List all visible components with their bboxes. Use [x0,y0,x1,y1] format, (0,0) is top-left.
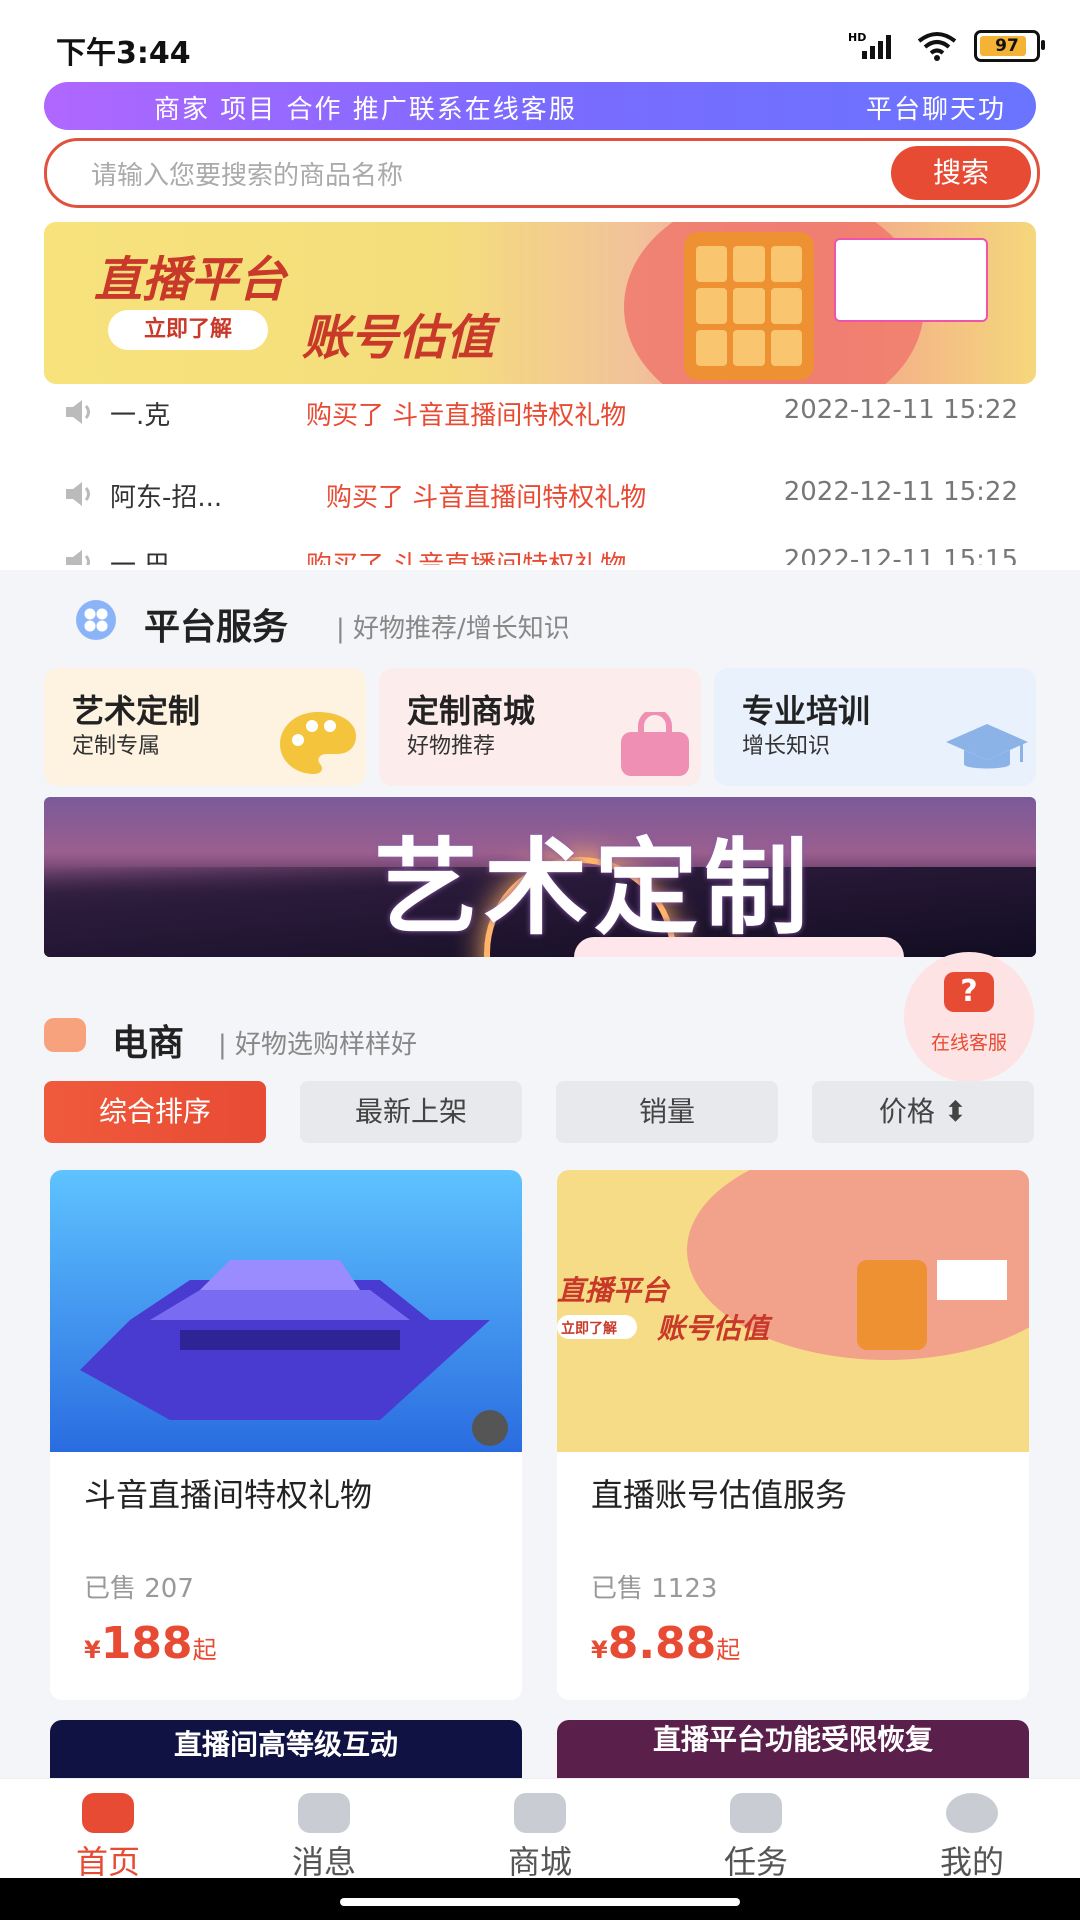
product-next-title: 直播平台功能受限恢复 [652,1723,933,1756]
service-card-sub: 定制专属 [72,734,161,759]
speaker-icon [66,482,90,506]
search-bar[interactable]: 请输入您要搜索的商品名称 搜索 [44,138,1040,208]
shop-icon [514,1793,566,1833]
banner-learn-more-button[interactable]: 立即了解 [108,310,268,350]
svg-text:立即了解: 立即了解 [561,1320,617,1337]
signal-icon: HD [848,31,891,59]
svg-text:账号估值: 账号估值 [657,1312,773,1345]
product-card[interactable]: 斗音直播间特权礼物 已售 207 ¥188起 [50,1170,522,1700]
tab-home[interactable]: 首页 [0,1779,216,1881]
search-input[interactable]: 请输入您要搜索的商品名称 [91,155,403,192]
news-action: 购买了 斗音直播间特权礼物 [306,545,626,565]
news-date: 2022-12-11 15:22 [783,477,1018,507]
service-card-sub: 增长知识 [742,734,831,759]
announcement-marquee[interactable]: 商家 项目 合作 推广联系在线客服 平台聊天功 [44,82,1036,130]
status-time: 下午3:44 [56,36,191,71]
product-name: 直播账号估值服务 [591,1476,848,1514]
task-icon [730,1793,782,1833]
home-chart-icon [82,1793,134,1833]
sort-comprehensive[interactable]: 综合排序 [44,1081,266,1143]
service-card-art[interactable]: 艺术定制 定制专属 [44,668,366,786]
bottom-tabbar: 首页 消息 商城 任务 我的 [0,1778,1080,1881]
news-row: 阿东-招... 购买了 斗音直播间特权礼物 2022-12-11 15:22 [64,475,1024,515]
tab-label: 商城 [507,1843,572,1881]
chart-card-illustration [834,238,988,322]
status-icons: HD 97 [848,30,1045,62]
svg-text:直播平台: 直播平台 [557,1274,671,1307]
news-user: 阿东-招... [110,483,223,513]
product-image-yacht [50,1170,522,1452]
banner-account-valuation[interactable]: 直播平台 立即了解 账号估值 [44,222,1036,384]
news-user: 一.克 [110,401,171,431]
svg-text:HD: HD [848,31,866,44]
speaker-icon [66,400,90,424]
banner-art-custom[interactable]: 艺术定制 [44,797,1036,957]
product-sold: 已售 207 [84,1574,194,1604]
palette-icon [280,712,356,774]
home-indicator[interactable] [340,1898,740,1906]
bag-icon [621,712,689,776]
search-button[interactable]: 搜索 [891,146,1031,200]
sort-price[interactable]: 价格 ⬍ [812,1081,1034,1143]
question-icon: ? [944,972,994,1012]
product-image-valuation: 直播平台 立即了解 账号估值 [557,1170,1029,1452]
system-nav-bar [0,1878,1080,1920]
product-card[interactable]: 直播平台 立即了解 账号估值 直播账号估值服务 已售 1123 ¥8.88起 [557,1170,1029,1700]
grid-icon [76,600,116,640]
shop-bag-icon [44,1018,86,1052]
tab-messages[interactable]: 消息 [216,1779,432,1881]
battery-icon: 97 [974,30,1045,62]
news-row: 一.克 购买了 斗音直播间特权礼物 2022-12-11 15:22 [64,395,1024,433]
status-bar: 下午3:44 HD 97 [0,0,1080,80]
marquee-text-next: 平台聊天功 [866,95,1007,125]
news-user: 一.巴 [110,545,170,565]
sort-sales[interactable]: 销量 [556,1081,778,1143]
tab-label: 首页 [75,1843,140,1881]
product-sold: 已售 1123 [591,1574,718,1604]
news-date: 2022-12-11 15:15 [783,545,1018,565]
wifi-icon [917,32,957,61]
product-card-next[interactable]: 直播平台功能受限恢复 [557,1720,1029,1780]
speaker-icon [66,550,90,565]
section-title: 平台服务 [144,607,289,648]
product-next-title: 直播间高等级互动 [173,1728,398,1761]
ecommerce-subtitle: | 好物选购样样好 [218,1030,418,1060]
ecommerce-title: 电商 [112,1023,185,1064]
service-card-title: 定制商城 [407,692,536,730]
product-price: ¥8.88起 [591,1618,741,1669]
tab-label: 消息 [291,1843,356,1881]
online-service-label: 在线客服 [930,1032,1007,1054]
tab-profile[interactable]: 我的 [864,1779,1080,1881]
purchase-news-ticker: 一.克 购买了 斗音直播间特权礼物 2022-12-11 15:22 阿东-招.… [44,395,1036,565]
tab-label: 我的 [939,1843,1004,1881]
tab-shop[interactable]: 商城 [432,1779,648,1881]
phone-illustration [684,232,814,380]
product-name: 斗音直播间特权礼物 [84,1476,373,1514]
tab-label: 任务 [723,1843,788,1881]
product-card-next[interactable]: 直播间高等级互动 [50,1720,522,1780]
message-icon [298,1793,350,1833]
service-card-sub: 好物推荐 [407,734,496,759]
online-service-float[interactable]: ? 在线客服 [904,952,1034,1082]
user-icon [946,1793,998,1833]
sort-newest[interactable]: 最新上架 [300,1081,522,1143]
news-action: 购买了 斗音直播间特权礼物 [326,483,647,513]
news-date: 2022-12-11 15:22 [783,395,1018,425]
service-card-title: 专业培训 [742,692,871,730]
banner-subtitle: 账号估值 [302,310,495,366]
marquee-text: 商家 项目 合作 推广联系在线客服 [154,95,577,125]
banner-art-title: 艺术定制 [374,827,815,949]
tab-tasks[interactable]: 任务 [648,1779,864,1881]
section-subtitle: | 好物推荐/增长知识 [336,614,570,644]
banner-title: 直播平台 [94,252,287,308]
news-row: 一.巴 购买了 斗音直播间特权礼物 2022-12-11 15:15 [64,543,1024,565]
battery-level: 97 [995,36,1019,56]
news-action: 购买了 斗音直播间特权礼物 [306,401,627,431]
product-price: ¥188起 [84,1618,217,1669]
service-card-title: 艺术定制 [72,692,201,730]
graduation-cap-icon [946,724,1028,769]
service-card-mall[interactable]: 定制商城 好物推荐 [379,668,701,786]
service-card-training[interactable]: 专业培训 增长知识 [714,668,1036,786]
platform-services-header: 平台服务 | 好物推荐/增长知识 [44,590,1036,660]
